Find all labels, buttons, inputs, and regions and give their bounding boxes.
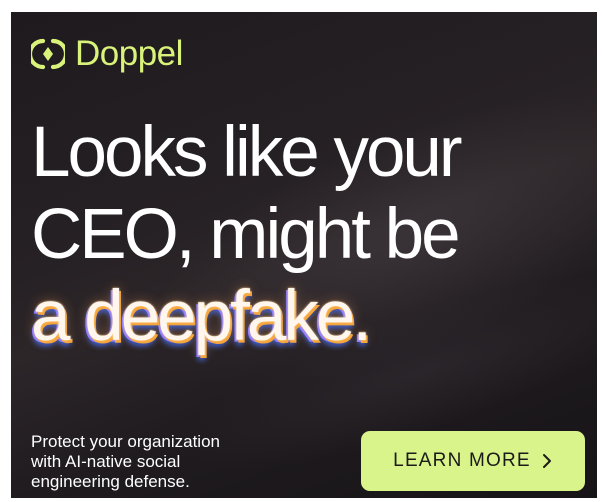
brand-name: Doppel [75, 34, 183, 73]
headline-line-3: a deepfake. [31, 277, 372, 356]
headline-line-1: Looks like your [31, 113, 463, 192]
chevron-right-icon [541, 453, 553, 469]
headline-line-2: CEO, might be [31, 195, 461, 274]
tagline: Protect your organization with AI-native… [31, 432, 291, 492]
doppel-ad-banner[interactable]: Doppel Looks like your CEO, might be a d… [11, 12, 597, 498]
headline: Looks like your CEO, might be a deepfake… [31, 112, 463, 358]
doppel-logo-icon [31, 37, 65, 71]
learn-more-label: LEARN MORE [393, 450, 531, 471]
brand-logo[interactable]: Doppel [31, 36, 183, 71]
tagline-line-1: Protect your organization [31, 432, 220, 451]
tagline-line-2: with AI-native social [31, 452, 181, 471]
learn-more-button[interactable]: LEARN MORE [361, 431, 585, 491]
tagline-line-3: engineering defense. [31, 472, 190, 491]
